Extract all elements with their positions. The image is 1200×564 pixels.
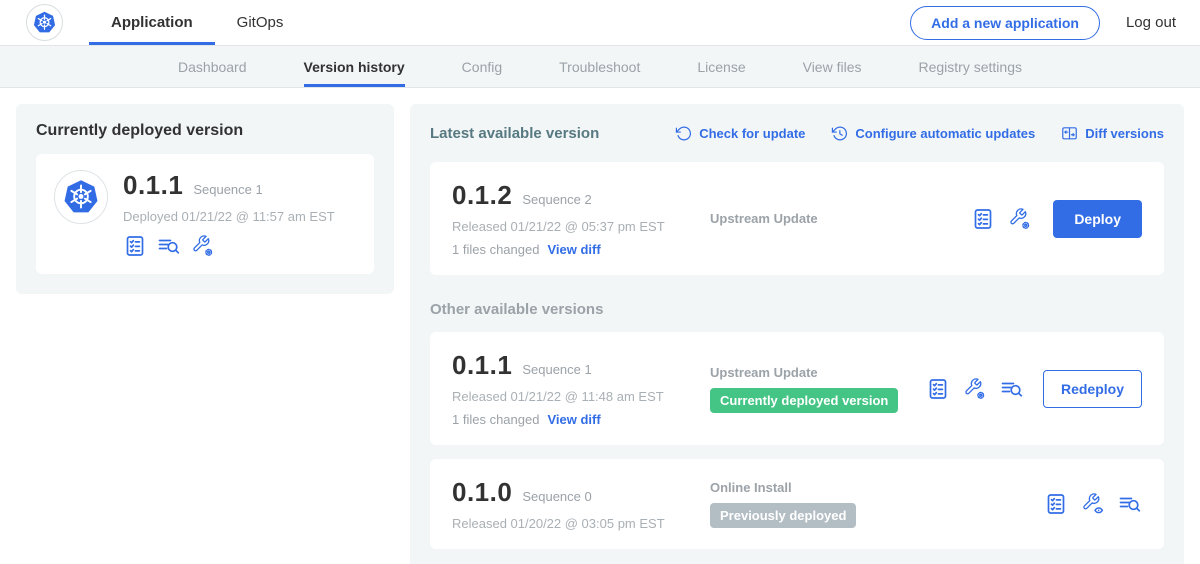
view-diff-link[interactable]: View diff xyxy=(547,242,600,257)
config-icon[interactable] xyxy=(963,377,987,401)
version-card-0-1-0: 0.1.0 Sequence 0 Released 01/20/22 @ 03:… xyxy=(430,459,1164,549)
main-content: Currently deployed version 0.1.1 Sequenc… xyxy=(0,88,1200,564)
checklist-icon[interactable] xyxy=(123,234,147,258)
subnav-tab-view-files[interactable]: View files xyxy=(803,46,862,87)
version-sequence: Sequence 2 xyxy=(522,192,591,207)
subnav-tab-config[interactable]: Config xyxy=(462,46,502,87)
version-number: 0.1.1 xyxy=(452,350,512,381)
status-badge: Previously deployed xyxy=(710,503,856,528)
version-number: 0.1.2 xyxy=(452,180,512,211)
version-released: Released 01/21/22 @ 05:37 pm EST xyxy=(452,219,710,234)
add-application-button[interactable]: Add a new application xyxy=(910,6,1100,40)
config-view-icon[interactable] xyxy=(1081,492,1105,516)
action-diff-versions[interactable]: Diff versions xyxy=(1061,125,1164,142)
topnav-right: Add a new application Log out xyxy=(910,0,1176,45)
preflight-icon[interactable] xyxy=(1118,492,1142,516)
deployed-version-card: 0.1.1 Sequence 1 Deployed 01/21/22 @ 11:… xyxy=(36,154,374,274)
preflight-icon[interactable] xyxy=(157,234,181,258)
available-versions-panel: Latest available version Check for updat… xyxy=(410,104,1184,564)
files-changed: 1 files changed xyxy=(452,242,539,257)
checklist-icon[interactable] xyxy=(926,377,950,401)
version-source: Upstream Update xyxy=(710,365,916,380)
diff-icon xyxy=(1061,125,1078,142)
refresh-icon xyxy=(675,125,692,142)
version-actions: Check for update Configure automatic upda… xyxy=(675,125,1164,142)
header-tab-application[interactable]: Application xyxy=(89,0,215,45)
files-changed: 1 files changed xyxy=(452,412,539,427)
deployed-timestamp: Deployed 01/21/22 @ 11:57 am EST xyxy=(123,209,335,224)
top-nav: ApplicationGitOps Add a new application … xyxy=(0,0,1200,46)
header-tabs: ApplicationGitOps xyxy=(89,0,305,45)
schedule-icon xyxy=(831,125,848,142)
deployed-panel-title: Currently deployed version xyxy=(36,122,374,140)
version-released: Released 01/20/22 @ 03:05 pm EST xyxy=(452,516,710,531)
latest-available-title: Latest available version xyxy=(430,125,599,142)
version-sequence: Sequence 1 xyxy=(522,362,591,377)
version-number: 0.1.0 xyxy=(452,477,512,508)
subnav-tab-license[interactable]: License xyxy=(697,46,745,87)
subnav-tab-registry-settings[interactable]: Registry settings xyxy=(919,46,1022,87)
subnav-tab-troubleshoot[interactable]: Troubleshoot xyxy=(559,46,640,87)
version-source: Upstream Update xyxy=(710,211,961,226)
version-card-0-1-2: 0.1.2 Sequence 2 Released 01/21/22 @ 05:… xyxy=(430,162,1164,275)
other-versions-title: Other available versions xyxy=(430,301,1164,318)
preflight-icon[interactable] xyxy=(1000,377,1024,401)
view-diff-link[interactable]: View diff xyxy=(547,412,600,427)
checklist-icon[interactable] xyxy=(971,207,995,231)
logout-button[interactable]: Log out xyxy=(1126,14,1176,31)
version-released: Released 01/21/22 @ 11:48 am EST xyxy=(452,389,710,404)
action-check-for-update[interactable]: Check for update xyxy=(675,125,805,142)
kubernetes-app-icon xyxy=(54,170,108,224)
currently-deployed-panel: Currently deployed version 0.1.1 Sequenc… xyxy=(16,104,394,294)
deploy-button[interactable]: Deploy xyxy=(1053,200,1142,238)
version-source: Online Install xyxy=(710,480,1034,495)
subnav-tab-version-history[interactable]: Version history xyxy=(304,46,405,87)
kubernetes-icon xyxy=(26,4,63,41)
status-badge: Currently deployed version xyxy=(710,388,898,413)
header-tab-gitops[interactable]: GitOps xyxy=(215,0,306,45)
action-configure-automatic-updates[interactable]: Configure automatic updates xyxy=(831,125,1035,142)
version-card-0-1-1: 0.1.1 Sequence 1 Released 01/21/22 @ 11:… xyxy=(430,332,1164,445)
checklist-icon[interactable] xyxy=(1044,492,1068,516)
subnav: Dashboard Version history Config Troublesho… xyxy=(0,46,1200,88)
subnav-tab-dashboard[interactable]: Dashboard xyxy=(178,46,247,87)
config-icon[interactable] xyxy=(191,234,215,258)
app-logo xyxy=(26,0,63,45)
deployed-version-number: 0.1.1 xyxy=(123,170,183,201)
deployed-version-sequence: Sequence 1 xyxy=(193,182,262,197)
redeploy-button[interactable]: Redeploy xyxy=(1043,370,1142,408)
config-icon[interactable] xyxy=(1008,207,1032,231)
version-sequence: Sequence 0 xyxy=(522,489,591,504)
